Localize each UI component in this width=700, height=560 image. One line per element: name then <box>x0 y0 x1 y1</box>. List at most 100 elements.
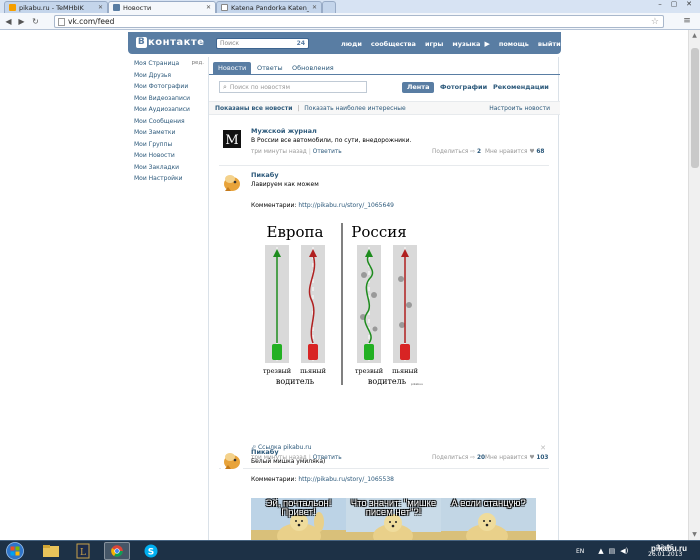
sidebar-item-friends[interactable]: Мои Друзья <box>134 72 210 84</box>
story-link[interactable]: http://pikabu.ru/story/_1065538 <box>298 476 394 483</box>
bookmark-star-icon[interactable]: ☆ <box>651 17 659 27</box>
sidebar-item-settings[interactable]: Мои Настройки <box>134 175 210 187</box>
post-meta: три минуты назад | Ответить Поделиться ⇨ 2… <box>251 149 545 155</box>
menu-logout[interactable]: выйти <box>538 40 561 48</box>
post-image-driving-comparison[interactable]: Европа Россия трезвый пьяный водитель тр… <box>251 217 425 393</box>
edit-link[interactable]: ред. <box>192 60 204 66</box>
skype-icon[interactable]: S <box>138 542 164 560</box>
page-icon <box>58 17 65 26</box>
scroll-up-icon[interactable]: ▲ <box>689 30 700 41</box>
meme-panel-2[interactable]: Что значит: "мишке писем нет"?! <box>346 498 441 540</box>
view-feed-button[interactable]: Лента <box>402 82 435 93</box>
menu-help[interactable]: помощь <box>499 40 529 48</box>
russia-sober-label: трезвый <box>355 367 383 375</box>
reload-icon[interactable]: ↻ <box>30 16 41 27</box>
scrollbar-thumb[interactable] <box>691 48 699 168</box>
reply-link[interactable]: Ответить <box>313 149 342 155</box>
menu-games[interactable]: игры <box>425 40 443 48</box>
browser-tab-news[interactable]: Новости ✕ <box>108 1 216 13</box>
like-label: Мне нравится <box>485 149 528 155</box>
language-indicator[interactable]: EN <box>576 548 584 555</box>
tab-replies[interactable]: Ответы <box>252 62 288 75</box>
feed-tabs: Новости Ответы Обновления <box>209 57 560 75</box>
europe-driver-label: водитель <box>276 377 315 386</box>
tab-news[interactable]: Новости <box>213 62 252 75</box>
sidebar-item-messages[interactable]: Мои Сообщения <box>134 118 210 130</box>
like-count: 68 <box>536 149 545 155</box>
menu-people[interactable]: люди <box>341 40 362 48</box>
sidebar-item-photos[interactable]: Мои Фотографии <box>134 83 210 95</box>
chrome-icon[interactable] <box>104 542 130 560</box>
new-tab-button[interactable] <box>322 1 336 13</box>
tab-updates[interactable]: Обновления <box>287 62 339 75</box>
browser-tab-pikabu[interactable]: pikabu.ru - TeMHbIK ✕ <box>4 1 108 13</box>
tab-close-icon[interactable]: ✕ <box>206 4 211 11</box>
vk-logo-text: контакте <box>148 37 205 48</box>
browser-toolbar: ◀ ▶ ↻ vk.com/feed ☆ ≡ <box>0 13 700 30</box>
avatar[interactable] <box>221 171 243 193</box>
avatar[interactable] <box>221 449 243 471</box>
menu-music[interactable]: музыка <box>452 40 480 48</box>
sidebar-item-bookmarks[interactable]: Мои Закладки <box>134 164 210 176</box>
tab-close-icon[interactable]: ✕ <box>98 4 103 11</box>
tab-close-icon[interactable]: ✕ <box>312 4 317 11</box>
image-signature: pikabuu <box>411 382 423 386</box>
page-scrollbar[interactable]: ▲ ▼ <box>688 30 700 540</box>
show-interesting-link[interactable]: Показать наиболее интересные <box>304 105 405 112</box>
forward-icon[interactable]: ▶ <box>16 16 27 27</box>
feed-post: Пикабу Лавируем как можем Комментарии: h… <box>209 165 560 469</box>
sidebar-item-news[interactable]: Мои Новости <box>134 152 210 164</box>
avatar[interactable]: M <box>221 128 243 150</box>
sidebar-item-groups[interactable]: Мои Группы <box>134 141 210 153</box>
close-icon[interactable]: ✕ <box>682 0 696 9</box>
meme-panel-3[interactable]: А если станцую? <box>441 498 536 540</box>
vk-top-menu: люди сообщества игры музыка ▶ помощь вый… <box>341 40 570 48</box>
explorer-icon[interactable] <box>38 542 64 560</box>
russia-driver-label: водитель <box>368 377 407 386</box>
wrench-menu-icon[interactable]: ≡ <box>681 16 693 27</box>
close-icon[interactable]: ✕ <box>540 444 546 452</box>
view-photos-button[interactable]: Фотографии <box>435 82 492 93</box>
tray-expand-icon[interactable]: ▲ <box>598 547 603 555</box>
sidebar-item-label: Моя Страница <box>134 60 180 67</box>
maximize-icon[interactable]: ▢ <box>668 0 680 9</box>
volume-icon[interactable]: ◀) <box>620 547 628 555</box>
share-icon: ⇨ <box>470 149 476 155</box>
vk-favicon-icon <box>113 4 120 11</box>
news-feed: Новости Ответы Обновления ⌕ Поиск по нов… <box>208 57 560 540</box>
network-icon[interactable]: ▤ <box>609 547 616 555</box>
post-author[interactable]: Пикабу <box>251 448 279 456</box>
address-bar[interactable]: vk.com/feed ☆ <box>54 15 664 28</box>
minimize-icon[interactable]: – <box>654 0 666 9</box>
meme-panel-1[interactable]: Эй, почтальон! Привет! <box>251 498 346 540</box>
meme-caption-2: Что значит: "мишке писем нет"?! <box>350 498 437 518</box>
feed-settings-link[interactable]: Настроить новости <box>489 102 550 115</box>
start-button-icon[interactable] <box>3 542 27 560</box>
view-recommendations-button[interactable]: Рекомендации <box>488 82 554 93</box>
search-icon: ⌕ <box>223 82 227 91</box>
share-button[interactable]: Поделиться ⇨ 2 <box>432 149 481 155</box>
sidebar-item-notes[interactable]: Мои Заметки <box>134 129 210 141</box>
tab-title: Новости <box>123 3 152 12</box>
sidebar-item-videos[interactable]: Мои Видеозаписи <box>134 95 210 107</box>
browser-tab-katena[interactable]: Katena Pandorka Katen_ei ✕ <box>216 1 322 13</box>
menu-communities[interactable]: сообщества <box>371 40 416 48</box>
scroll-down-icon[interactable]: ▼ <box>689 529 700 540</box>
league-launcher-icon[interactable]: L <box>70 542 96 560</box>
post-time[interactable]: три минуты назад <box>251 149 307 155</box>
feed-search-input[interactable]: ⌕ Поиск по новостям <box>219 81 367 93</box>
avatar-letter: M <box>225 133 238 148</box>
site-watermark: pikabu.ru <box>651 544 688 553</box>
sidebar-item-audio[interactable]: Мои Аудиозаписи <box>134 106 210 118</box>
story-link[interactable]: http://pikabu.ru/story/_1065649 <box>298 202 394 209</box>
post-text: Лавируем как можем <box>251 181 319 188</box>
sidebar-item-my-page[interactable]: Моя Страница ред. <box>134 60 210 72</box>
vk-logo[interactable]: В контакте <box>136 37 204 48</box>
vk-search-input[interactable]: Поиск 24 <box>216 38 309 49</box>
link-label: Комментарии: <box>251 476 297 483</box>
post-author[interactable]: Пикабу <box>251 171 279 179</box>
like-button[interactable]: Мне нравится ♥ 68 <box>485 149 544 155</box>
back-icon[interactable]: ◀ <box>3 16 14 27</box>
play-icon[interactable]: ▶ <box>484 40 489 48</box>
post-author[interactable]: Мужской журнал <box>251 127 317 135</box>
